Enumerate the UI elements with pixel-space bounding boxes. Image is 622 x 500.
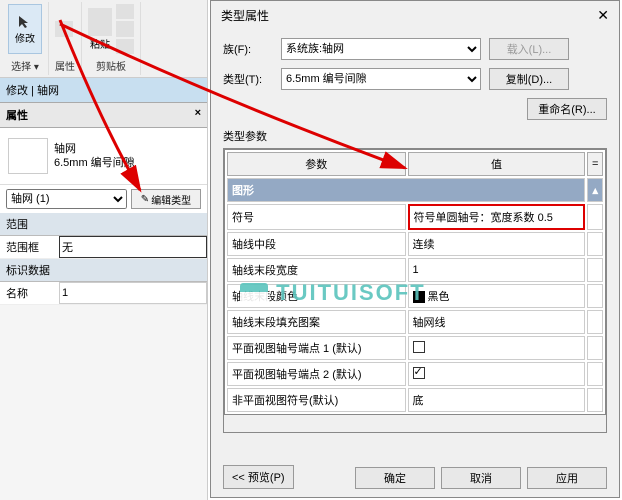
clipboard-label: 剪贴板 [88, 58, 134, 73]
table-row[interactable]: 轴线末段填充图案轴网线 [227, 310, 603, 334]
preview-button[interactable]: << 预览(P) [223, 465, 294, 489]
category-graphics-row[interactable]: 图形▴ [227, 178, 603, 202]
value-endwidth[interactable]: 1 [408, 258, 586, 282]
param-nonplan: 非平面视图符号(默认) [227, 388, 406, 412]
type-params-label: 类型参数 [223, 128, 607, 144]
value-plan2[interactable] [408, 362, 586, 386]
edit-type-label: 编辑类型 [151, 192, 191, 207]
copy-icon[interactable] [116, 21, 134, 36]
cat-expand[interactable]: ▴ [587, 178, 603, 202]
edit-type-button[interactable]: ✎ 编辑类型 [131, 189, 201, 209]
param-pattern: 轴线末段填充图案 [227, 310, 406, 334]
family-label: 族(F): [223, 41, 273, 57]
col-param: 参数 [227, 152, 406, 176]
properties-icon[interactable] [55, 21, 73, 37]
match-icon[interactable] [116, 39, 134, 54]
ribbon-group-props: 属性 [49, 2, 82, 75]
value-symbol[interactable]: 符号单圆轴号：宽度系数 0.5 [408, 204, 586, 230]
close-icon[interactable]: × [195, 107, 201, 123]
type-label: 类型(T): [223, 71, 273, 87]
dialog-body: 族(F): 系统族:轴网 载入(L)... 类型(T): 6.5mm 编号间隙 … [211, 30, 619, 441]
ok-button[interactable]: 确定 [355, 467, 435, 489]
col-eq: = [587, 152, 603, 176]
cancel-button[interactable]: 取消 [441, 467, 521, 489]
ribbon-group-select: 修改 选择 ▾ [2, 2, 49, 75]
param-table: 参数 值 = 图形▴ 符号符号单圆轴号：宽度系数 0.5 轴线中段连续 轴线末段… [224, 149, 606, 415]
family-select[interactable]: 系统族:轴网 [281, 38, 481, 60]
rename-button[interactable]: 重命名(R)... [527, 98, 607, 120]
color-text: 黑色 [428, 291, 450, 303]
cut-icon[interactable] [116, 4, 134, 19]
dialog-close-icon[interactable]: ✕ [597, 7, 609, 24]
table-row[interactable]: 轴线末段颜色 黑色 [227, 284, 603, 308]
prop-name-name: 名称 [0, 282, 59, 304]
prop-name-extent-box: 范围框 [0, 236, 59, 258]
type-thumbnail [8, 138, 48, 174]
type-row: 类型(T): 6.5mm 编号间隙 复制(D)... [223, 68, 607, 90]
category-graphics: 图形 [227, 178, 585, 202]
param-plan1: 平面视图轴号端点 1 (默认) [227, 336, 406, 360]
value-plan1[interactable] [408, 336, 586, 360]
param-header-row: 参数 值 = [227, 152, 603, 176]
type-text: 轴网 6.5mm 编号间隙 [54, 142, 135, 170]
type-name: 6.5mm 编号间隙 [54, 156, 135, 170]
load-button[interactable]: 载入(L)... [489, 38, 569, 60]
properties-palette-header: 属性 × [0, 103, 207, 128]
param-mid: 轴线中段 [227, 232, 406, 256]
dialog-footer: 确定 取消 应用 [355, 467, 607, 489]
param-plan2: 平面视图轴号端点 2 (默认) [227, 362, 406, 386]
arrow-cursor-icon [17, 14, 33, 30]
param-endwidth: 轴线末段宽度 [227, 258, 406, 282]
table-row[interactable]: 非平面视图符号(默认)底 [227, 388, 603, 412]
type-select[interactable]: 6.5mm 编号间隙 [281, 68, 481, 90]
instance-row: 轴网 (1) ✎ 编辑类型 [0, 185, 207, 213]
table-row[interactable]: 轴线末段宽度1 [227, 258, 603, 282]
table-row[interactable]: 平面视图轴号端点 1 (默认) [227, 336, 603, 360]
rename-row: 重命名(R)... [223, 98, 607, 120]
ribbon: 修改 选择 ▾ 属性 粘贴 剪贴板 [0, 0, 207, 78]
properties-title: 属性 [6, 107, 28, 123]
paste-label: 粘贴 [90, 36, 110, 51]
color-swatch-icon [413, 291, 425, 303]
modify-label: 修改 [15, 30, 35, 45]
extent-box-input[interactable] [59, 236, 207, 258]
type-selector[interactable]: 轴网 6.5mm 编号间隙 [0, 128, 207, 185]
modify-context-header: 修改 | 轴网 [0, 78, 207, 103]
col-value: 值 [408, 152, 586, 176]
table-row[interactable]: 符号符号单圆轴号：宽度系数 0.5 [227, 204, 603, 230]
value-mid[interactable]: 连续 [408, 232, 586, 256]
ribbon-group-clipboard: 粘贴 剪贴板 [82, 2, 141, 75]
value-nonplan[interactable]: 底 [408, 388, 586, 412]
paste-icon[interactable] [88, 8, 112, 36]
type-properties-dialog: 类型属性 ✕ 族(F): 系统族:轴网 载入(L)... 类型(T): 6.5m… [210, 0, 620, 498]
section-extent: 范围 [0, 213, 207, 236]
edit-type-icon: ✎ [141, 194, 149, 205]
modify-tool[interactable]: 修改 [8, 4, 42, 54]
type-family: 轴网 [54, 142, 135, 156]
duplicate-button[interactable]: 复制(D)... [489, 68, 569, 90]
name-input[interactable] [59, 282, 207, 304]
table-row[interactable]: 轴线中段连续 [227, 232, 603, 256]
section-ident: 标识数据 [0, 259, 207, 282]
param-endcolor: 轴线末段颜色 [227, 284, 406, 308]
prop-row-name: 名称 [0, 282, 207, 305]
param-symbol: 符号 [227, 204, 406, 230]
apply-button[interactable]: 应用 [527, 467, 607, 489]
table-row[interactable]: 平面视图轴号端点 2 (默认) [227, 362, 603, 386]
family-row: 族(F): 系统族:轴网 载入(L)... [223, 38, 607, 60]
instance-filter[interactable]: 轴网 (1) [6, 189, 127, 209]
checkbox-plan2[interactable] [413, 367, 425, 379]
left-panel: 修改 选择 ▾ 属性 粘贴 剪贴板 修改 | 轴网 [0, 0, 208, 500]
value-endcolor[interactable]: 黑色 [408, 284, 586, 308]
checkbox-plan1[interactable] [413, 341, 425, 353]
clipboard-small-buttons [116, 4, 134, 54]
dialog-titlebar: 类型属性 ✕ [211, 1, 619, 30]
value-pattern[interactable]: 轴网线 [408, 310, 586, 334]
param-table-container: 参数 值 = 图形▴ 符号符号单圆轴号：宽度系数 0.5 轴线中段连续 轴线末段… [223, 148, 607, 433]
prop-row-extent-box: 范围框 [0, 236, 207, 259]
select-label[interactable]: 选择 ▾ [8, 58, 42, 73]
dialog-title-text: 类型属性 [221, 7, 269, 24]
properties-ribbon-label: 属性 [55, 58, 75, 73]
